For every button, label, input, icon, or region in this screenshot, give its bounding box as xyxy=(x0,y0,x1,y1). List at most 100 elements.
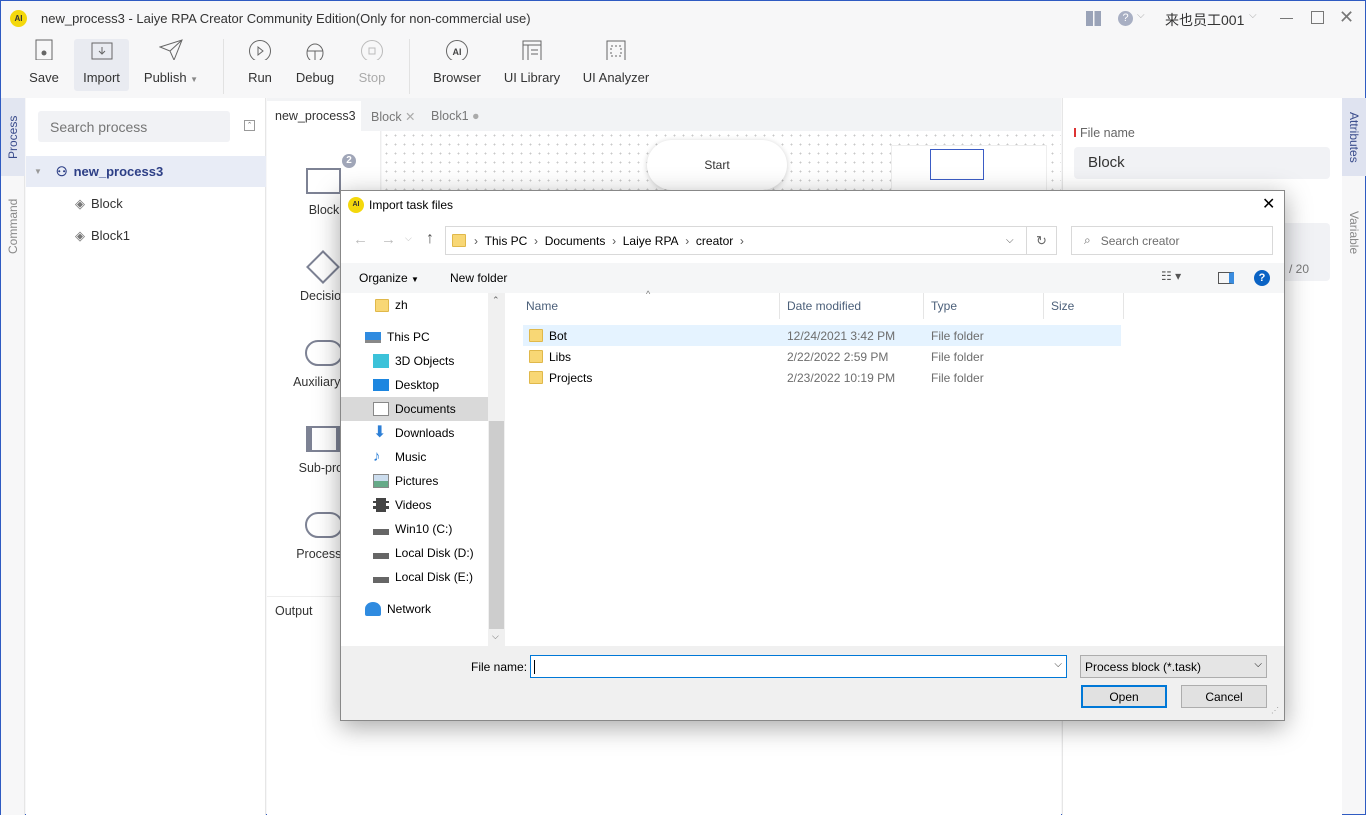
tab-output[interactable]: Output xyxy=(275,604,313,618)
tree-item-block1[interactable]: ◈ Block1 xyxy=(26,220,266,251)
save-button[interactable]: Save xyxy=(25,39,63,91)
minimize-button[interactable] xyxy=(1280,18,1293,19)
search-icon: ⌕ xyxy=(1084,233,1091,247)
search-process-input[interactable] xyxy=(38,111,230,142)
forward-button[interactable]: → xyxy=(381,231,396,248)
maximize-button[interactable] xyxy=(1311,11,1324,24)
help-icon[interactable]: ? xyxy=(1118,11,1133,26)
file-type-select[interactable]: Process block (*.task) ⌵ xyxy=(1080,655,1267,678)
back-button[interactable]: ← xyxy=(353,231,368,248)
organize-menu[interactable]: Organize ▼ xyxy=(359,271,419,285)
folder-icon xyxy=(452,234,466,247)
preview-pane-icon[interactable] xyxy=(1218,272,1234,284)
run-button[interactable]: Run xyxy=(241,39,279,91)
dialog-logo-icon: AI xyxy=(348,197,364,213)
open-button[interactable]: Open xyxy=(1081,685,1167,708)
column-type[interactable]: Type xyxy=(924,293,1044,319)
minimap[interactable] xyxy=(891,145,1047,191)
nav-desktop[interactable]: Desktop xyxy=(341,373,487,397)
close-button[interactable]: ✕ xyxy=(1339,7,1354,28)
column-name[interactable]: Name xyxy=(506,293,780,319)
import-button[interactable]: Import xyxy=(74,39,129,91)
ui-library-button[interactable]: UI Library xyxy=(501,39,563,91)
resize-grip-icon[interactable]: ⋰ xyxy=(1271,706,1279,715)
breadcrumb-this-pc[interactable]: This PC xyxy=(485,234,528,248)
history-dropdown-icon[interactable]: ⌵ xyxy=(1054,659,1062,670)
nav-videos[interactable]: Videos xyxy=(341,493,487,517)
nav-music[interactable]: ♪ Music xyxy=(341,445,487,469)
file-name-field[interactable]: Block xyxy=(1074,147,1330,179)
new-folder-button[interactable]: New folder xyxy=(450,271,507,285)
breadcrumb-laiye-rpa[interactable]: Laiye RPA xyxy=(623,234,679,248)
block-shape-icon[interactable] xyxy=(306,168,341,194)
close-tab-icon[interactable]: ✕ xyxy=(402,110,415,124)
view-options-icon[interactable]: ☷ ▾ xyxy=(1161,269,1181,283)
editor-tab-block1[interactable]: Block1 ● xyxy=(431,109,480,123)
editor-tab-block[interactable]: Block ✕ xyxy=(371,109,416,124)
file-name-input[interactable]: ⌵ xyxy=(530,655,1067,678)
cancel-button[interactable]: Cancel xyxy=(1181,685,1267,708)
user-chevron-icon[interactable]: ⌵ xyxy=(1249,10,1257,21)
palette-badge: 2 xyxy=(342,154,356,168)
browser-button[interactable]: AI Browser xyxy=(429,39,485,91)
nav-documents[interactable]: Documents xyxy=(341,397,488,421)
ui-analyzer-label: UI Analyzer xyxy=(582,70,650,85)
tab-attributes[interactable]: Attributes xyxy=(1342,98,1366,176)
search-creator-input[interactable]: ⌕ Search creator xyxy=(1071,226,1273,255)
toolbar-divider xyxy=(223,39,224,94)
import-label: Import xyxy=(83,70,120,85)
nav-this-pc[interactable]: This PC xyxy=(341,325,487,349)
ui-analyzer-icon xyxy=(606,40,626,60)
nav-3d-objects[interactable]: 3D Objects xyxy=(341,349,487,373)
tree-item-block[interactable]: ◈ Block xyxy=(26,188,266,219)
editor-tab-new-process3[interactable]: new_process3 xyxy=(267,101,361,131)
svg-text:AI: AI xyxy=(453,47,462,57)
nav-downloads[interactable]: ⬇ Downloads xyxy=(341,421,487,445)
help-chevron-icon[interactable]: ⌵ xyxy=(1137,10,1145,21)
subprocess-shape-icon[interactable] xyxy=(306,426,342,452)
address-dropdown-icon[interactable]: ⌵ xyxy=(1006,235,1014,246)
tab-process[interactable]: Process xyxy=(1,98,25,176)
nav-network[interactable]: Network xyxy=(341,597,487,621)
start-node[interactable]: Start xyxy=(647,140,787,190)
nav-drive-c[interactable]: Win10 (C:) xyxy=(341,517,487,541)
help-icon[interactable]: ? xyxy=(1254,270,1270,286)
stop-button[interactable]: Stop xyxy=(353,39,391,91)
process-end-shape-icon[interactable] xyxy=(305,512,343,538)
apps-icon[interactable] xyxy=(1086,11,1101,26)
folder-icon xyxy=(529,329,543,342)
nav-zh[interactable]: zh xyxy=(341,293,487,317)
ui-analyzer-button[interactable]: UI Analyzer xyxy=(581,39,651,91)
network-icon xyxy=(365,602,381,616)
breadcrumb-creator[interactable]: creator xyxy=(696,234,733,248)
file-row-bot[interactable]: Bot 12/24/2021 3:42 PM File folder xyxy=(523,325,1121,346)
browser-label: Browser xyxy=(433,70,481,85)
nav-pictures[interactable]: Pictures xyxy=(341,469,487,493)
recent-dropdown[interactable]: ⌵ xyxy=(405,233,412,244)
up-button[interactable]: ↑ xyxy=(426,230,434,248)
picture-icon xyxy=(373,474,389,488)
file-row-projects[interactable]: Projects 2/23/2022 10:19 PM File folder xyxy=(523,367,1121,388)
dialog-close-button[interactable]: ✕ xyxy=(1262,194,1275,214)
debug-button[interactable]: Debug xyxy=(291,39,339,91)
minimap-viewport[interactable] xyxy=(930,149,984,180)
tree-item-new-process3[interactable]: ▼ ⚇ new_process3 xyxy=(26,156,266,187)
nav-drive-d[interactable]: Local Disk (D:) xyxy=(341,541,487,565)
auxiliary-shape-icon[interactable] xyxy=(305,340,343,366)
nav-scrollbar[interactable]: ⌃ ⌵ xyxy=(488,293,505,646)
file-list-header: ^ Name Date modified Type Size xyxy=(506,289,1284,319)
nav-drive-e[interactable]: Local Disk (E:) xyxy=(341,565,487,589)
refresh-button[interactable]: ↻ xyxy=(1026,226,1057,255)
save-icon xyxy=(35,39,53,60)
breadcrumb-documents[interactable]: Documents xyxy=(545,234,606,248)
column-date-modified[interactable]: Date modified xyxy=(780,293,924,319)
stop-icon xyxy=(361,40,383,60)
user-menu[interactable]: 来也员工001 xyxy=(1165,10,1244,30)
file-row-libs[interactable]: Libs 2/22/2022 2:59 PM File folder xyxy=(523,346,1121,367)
publish-button[interactable]: Publish ▼ xyxy=(141,39,201,91)
address-bar[interactable]: › This PC › Documents › Laiye RPA › crea… xyxy=(445,226,1057,255)
tab-variable[interactable]: Variable xyxy=(1342,193,1366,273)
tab-command[interactable]: Command xyxy=(1,181,25,271)
column-size[interactable]: Size xyxy=(1044,293,1124,319)
collapse-icon[interactable]: ⌃ xyxy=(244,120,255,131)
